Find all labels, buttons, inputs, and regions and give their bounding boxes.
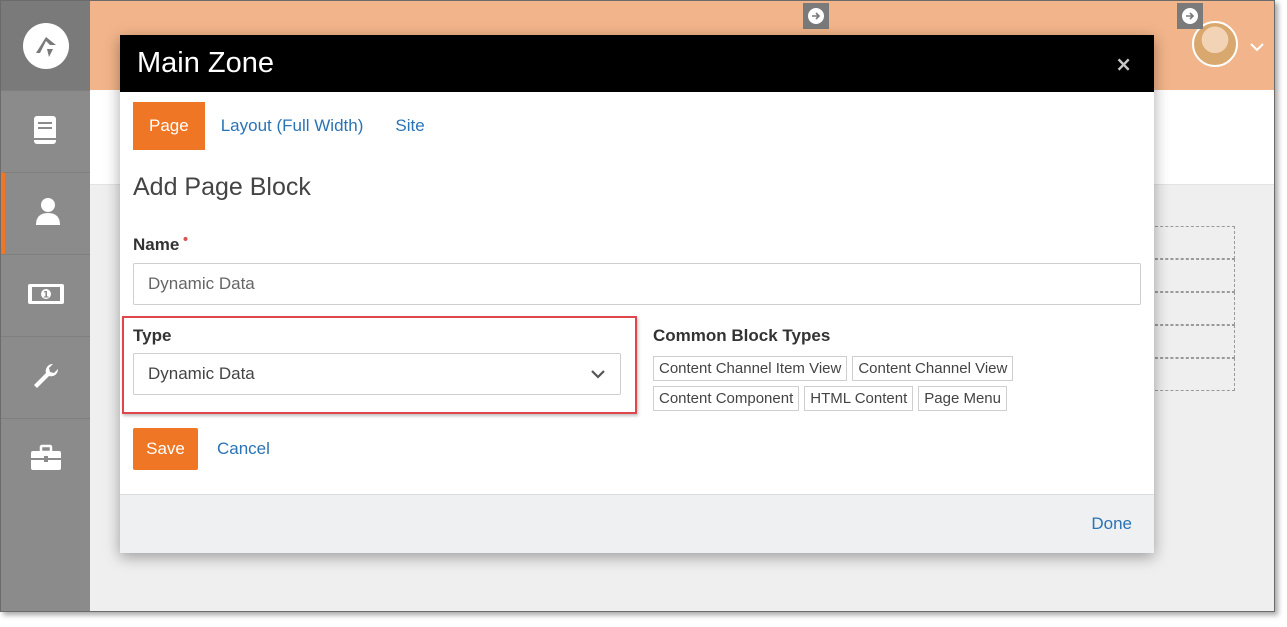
rock-logo-icon [22,22,69,69]
name-input-placeholder: Dynamic Data [148,274,255,293]
tab-page[interactable]: Page [133,102,205,150]
required-indicator: • [181,232,190,248]
name-label-text: Name [133,235,180,254]
chevron-down-icon [590,364,606,384]
zone-placeholder [1155,325,1235,358]
block-type-button[interactable]: Content Channel Item View [653,356,848,381]
block-type-button[interactable]: Content Component [653,386,800,411]
section-title: Add Page Block [133,173,311,201]
app-window: 1 Main Zone × Page Layout (Full Width) S… [0,0,1275,612]
sidebar-item-tools[interactable] [1,336,90,418]
sidebar-item-finance[interactable]: 1 [1,254,90,336]
sidebar-item-people[interactable] [1,172,90,254]
common-block-types-label: Common Block Types [653,326,831,345]
arrow-right-circle-icon [808,8,824,24]
sidebar-item-admin[interactable] [1,418,90,500]
save-button[interactable]: Save [133,428,198,470]
block-type-button[interactable]: Content Channel View [852,356,1014,381]
book-icon [32,114,60,150]
svg-text:1: 1 [42,290,48,300]
zone-placeholder [1155,358,1235,391]
wrench-icon [31,361,61,395]
arrow-right-circle-icon [1182,8,1198,24]
common-block-types-list: Content Channel Item View Content Channe… [653,356,1033,411]
type-field-label: Type [133,326,172,345]
modal-title: Main Zone [137,47,275,79]
tab-site[interactable]: Site [379,102,440,150]
zone-modal: Main Zone × Page Layout (Full Width) Sit… [120,35,1154,553]
done-link[interactable]: Done [1091,514,1132,534]
person-icon [34,197,62,231]
close-icon[interactable]: × [1115,52,1132,76]
zone-placeholder [1155,226,1235,259]
tab-bar: Page Layout (Full Width) Site [133,102,441,150]
rock-logo[interactable] [1,1,90,90]
sidebar-item-content[interactable] [1,90,90,172]
name-input[interactable]: Dynamic Data [133,263,1141,305]
modal-header: Main Zone × [120,35,1154,92]
zone-config-button[interactable] [803,3,829,29]
zone-placeholder [1155,292,1235,325]
type-select-value: Dynamic Data [148,364,255,383]
briefcase-icon [30,444,62,476]
zone-config-button[interactable] [1177,3,1203,29]
block-type-button[interactable]: Page Menu [918,386,1007,411]
type-select[interactable]: Dynamic Data [133,353,621,395]
money-icon: 1 [27,282,65,310]
zone-placeholder [1155,259,1235,292]
chevron-down-icon[interactable] [1250,37,1264,56]
sidebar: 1 [1,1,90,611]
cancel-link[interactable]: Cancel [217,439,270,459]
modal-footer: Done [120,494,1154,553]
tab-layout[interactable]: Layout (Full Width) [205,102,380,150]
block-type-button[interactable]: HTML Content [804,386,914,411]
name-field-label: Name • [133,232,190,255]
